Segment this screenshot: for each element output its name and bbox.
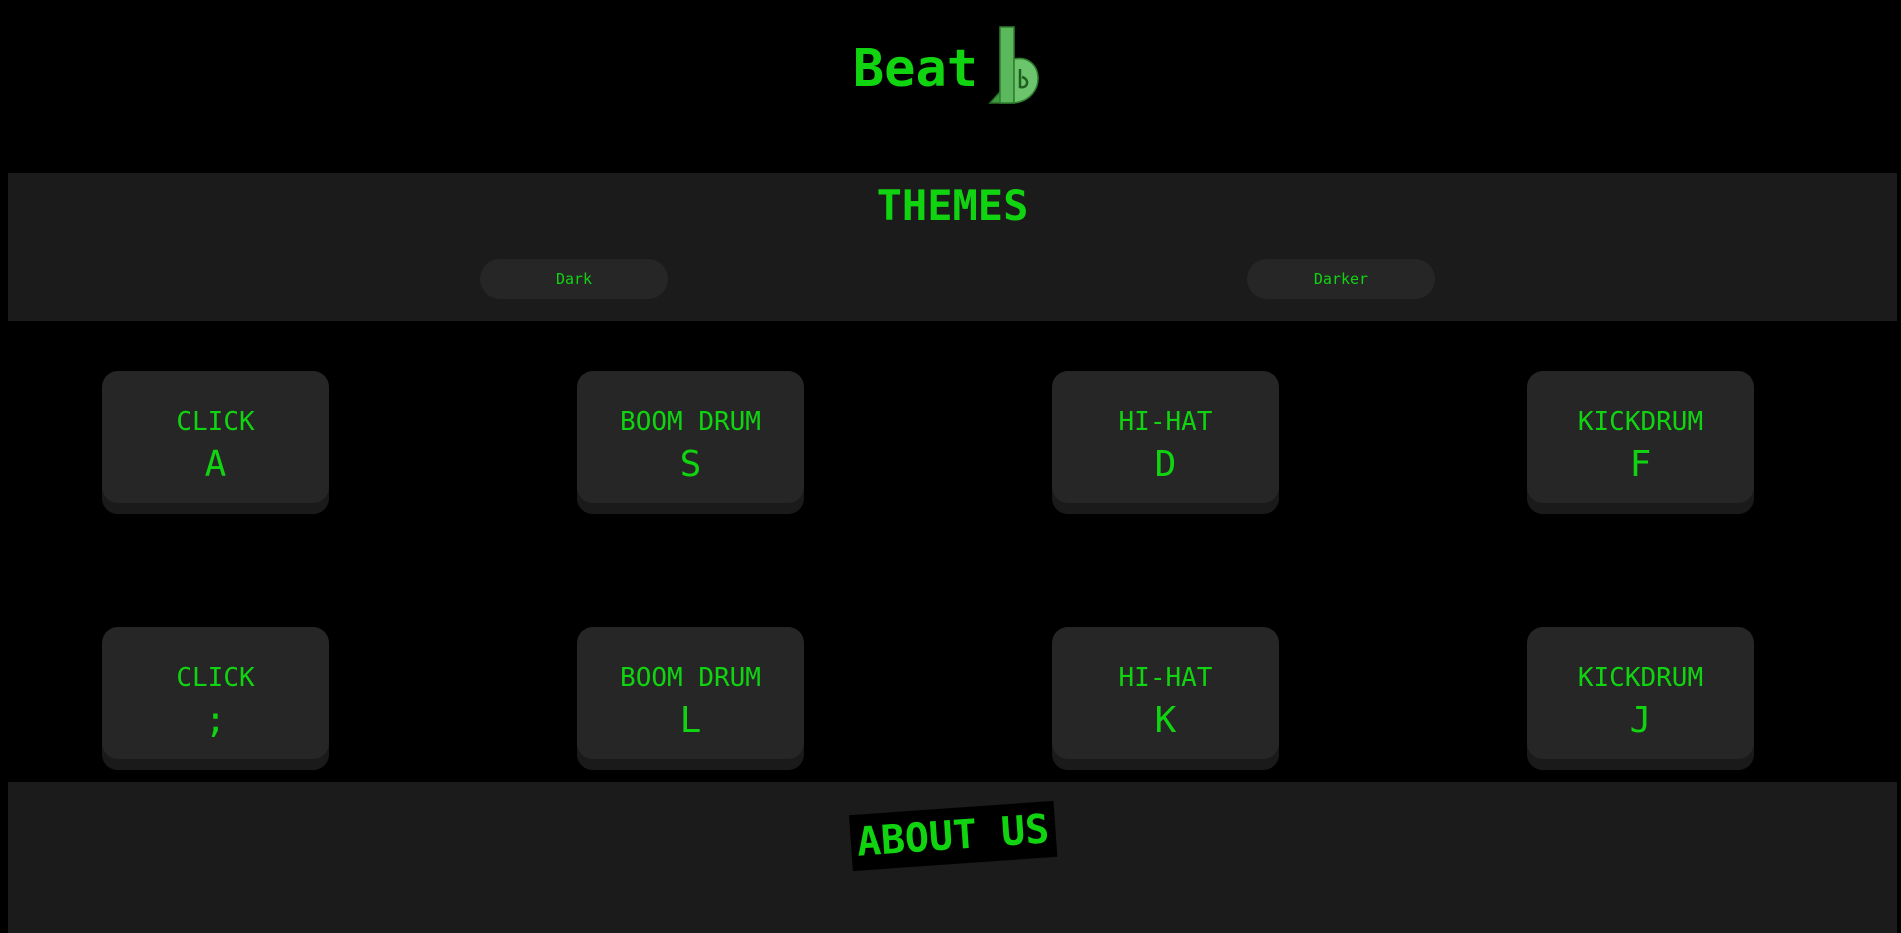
pad-key-label: F	[1629, 444, 1652, 485]
pad-sound-name: HI-HAT	[1118, 663, 1213, 693]
header: Beat	[0, 0, 1901, 150]
theme-dark-button[interactable]: Dark	[480, 259, 668, 299]
pad-sound-name: BOOM DRUM	[620, 663, 761, 693]
page: Beat THEMES Dark Darker CLICK A BOOM DRU…	[0, 0, 1901, 933]
drum-pad-j[interactable]: KICKDRUM J	[1527, 627, 1754, 770]
pad-sound-name: KICKDRUM	[1577, 407, 1704, 437]
pad-sound-name: HI-HAT	[1118, 407, 1213, 437]
pad-key-label: ;	[204, 700, 227, 741]
pad-key-label: J	[1629, 700, 1652, 741]
about-title: ABOUT US	[848, 800, 1057, 872]
themes-section: THEMES Dark Darker	[8, 173, 1897, 321]
about-section: ABOUT US	[8, 782, 1897, 933]
pad-key-label: L	[679, 700, 702, 741]
logo[interactable]: Beat	[853, 23, 1048, 107]
pad-key-label: A	[204, 444, 227, 485]
drum-pad-d[interactable]: HI-HAT D	[1052, 371, 1279, 514]
drum-pad-k[interactable]: HI-HAT K	[1052, 627, 1279, 770]
pad-sound-name: BOOM DRUM	[620, 407, 761, 437]
b-note-icon	[988, 26, 1039, 104]
drum-pad-l[interactable]: BOOM DRUM L	[577, 627, 804, 770]
pad-sound-name: CLICK	[176, 663, 255, 693]
pad-key-label: S	[679, 444, 702, 485]
theme-darker-button[interactable]: Darker	[1247, 259, 1435, 299]
pad-key-label: K	[1154, 700, 1177, 741]
themes-title: THEMES	[876, 181, 1029, 230]
drum-pad-f[interactable]: KICKDRUM F	[1527, 371, 1754, 514]
pad-sound-name: CLICK	[176, 407, 255, 437]
logo-text: Beat	[852, 39, 979, 99]
pad-sound-name: KICKDRUM	[1577, 663, 1704, 693]
pad-key-label: D	[1154, 444, 1177, 485]
drum-pad-a[interactable]: CLICK A	[102, 371, 329, 514]
drum-pad-semicolon[interactable]: CLICK ;	[102, 627, 329, 770]
drum-pad-s[interactable]: BOOM DRUM S	[577, 371, 804, 514]
